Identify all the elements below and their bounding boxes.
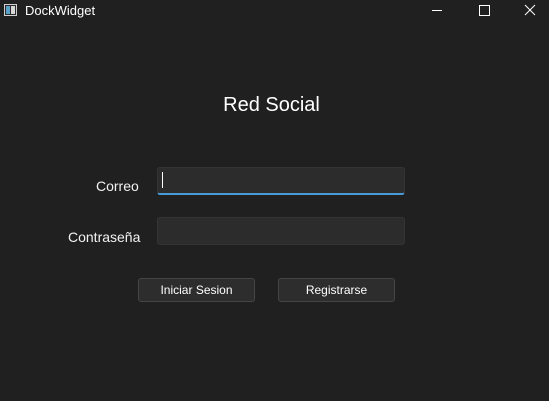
password-label: Contraseña (68, 229, 141, 245)
email-field[interactable] (157, 167, 405, 195)
close-icon (524, 4, 536, 16)
title-bar[interactable]: DockWidget (0, 0, 549, 22)
register-button[interactable]: Registrarse (278, 278, 395, 302)
app-window: DockWidget Red Social Correo Contraseña … (0, 0, 549, 401)
text-caret (162, 172, 163, 188)
minimize-button[interactable] (415, 0, 461, 22)
login-button[interactable]: Iniciar Sesion (138, 278, 255, 302)
close-button[interactable] (507, 0, 549, 22)
password-field[interactable] (157, 217, 405, 245)
minimize-icon (432, 10, 442, 11)
maximize-button[interactable] (461, 0, 507, 22)
maximize-icon (479, 5, 490, 16)
window-title: DockWidget (25, 3, 96, 18)
email-label: Correo (96, 178, 139, 194)
page-title: Red Social (223, 94, 320, 116)
app-window-icon (4, 4, 17, 16)
